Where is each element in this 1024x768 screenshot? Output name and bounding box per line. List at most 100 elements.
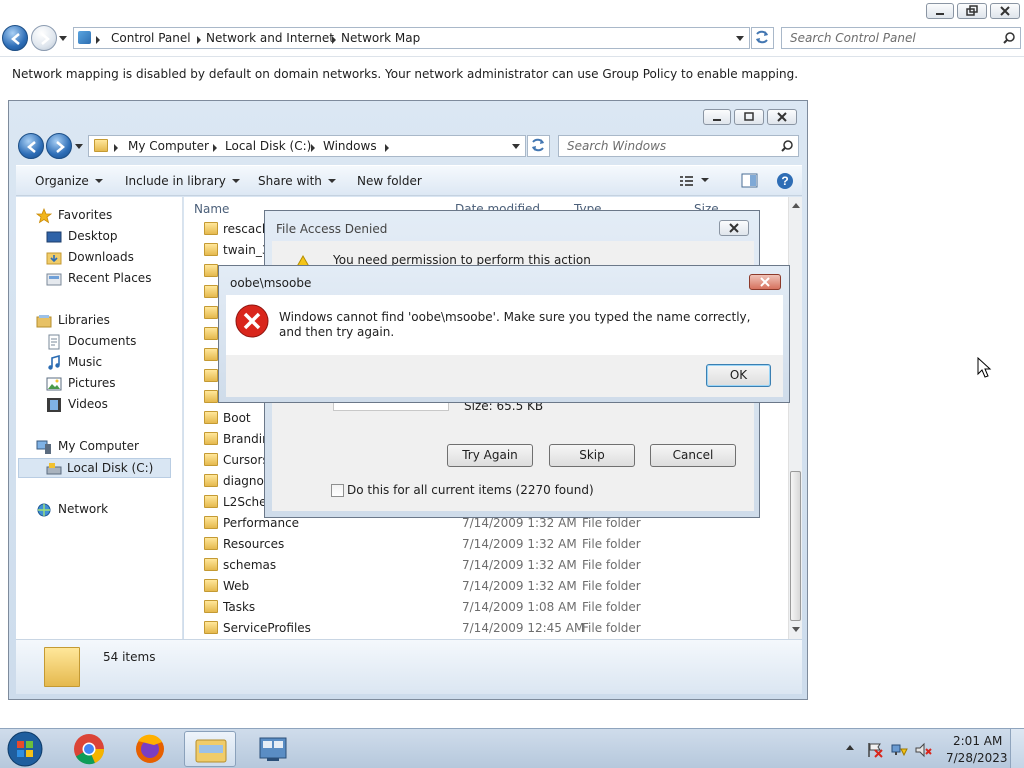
cp-crumb-control-panel[interactable]: Control Panel <box>111 31 191 45</box>
error-dialog-close-button[interactable] <box>749 274 781 290</box>
file-row[interactable]: schemas 7/14/2009 1:32 AM File folder <box>184 555 788 576</box>
file-name: Tasks <box>223 600 256 614</box>
cp-refresh-button[interactable] <box>751 27 774 49</box>
file-row[interactable]: Web 7/14/2009 1:32 AM File folder <box>184 576 788 597</box>
refresh-icon <box>532 138 544 152</box>
cp-crumb-network-map[interactable]: Network Map <box>341 31 420 45</box>
libraries-icon <box>36 315 52 328</box>
new-folder-button[interactable]: New folder <box>357 174 422 188</box>
apply-to-all-checkbox[interactable] <box>331 484 344 497</box>
file-row[interactable]: Resources 7/14/2009 1:32 AM File folder <box>184 534 788 555</box>
chrome-icon <box>74 734 105 765</box>
cp-search-input[interactable]: Search Control Panel <box>781 27 1021 49</box>
clock-date[interactable]: 7/28/2023 <box>946 751 1008 765</box>
column-header-name[interactable]: Name <box>194 202 229 216</box>
explorer-search-input[interactable]: Search Windows <box>558 135 799 157</box>
file-type: File folder <box>582 516 641 530</box>
cp-address-bar[interactable]: Control Panel Network and Internet Netwo… <box>73 27 750 49</box>
view-list-icon <box>680 176 693 186</box>
clock-time[interactable]: 2:01 AM <box>953 734 1002 748</box>
change-view-button[interactable] <box>679 174 715 188</box>
videos-icon <box>47 398 61 412</box>
explorer-command-bar: Organize Include in library Share with N… <box>16 165 802 196</box>
forward-arrow-icon <box>41 33 50 45</box>
organize-menu[interactable]: Organize <box>35 174 103 188</box>
network-status-icon[interactable] <box>890 741 908 759</box>
explorer-maximize-button[interactable] <box>734 109 764 125</box>
folder-icon <box>204 285 218 298</box>
folder-icon <box>204 222 218 235</box>
chevron-down-icon <box>327 179 336 183</box>
cp-crumb-network-and-internet[interactable]: Network and Internet <box>206 31 334 45</box>
try-again-button[interactable]: Try Again <box>447 444 533 467</box>
folder-icon <box>94 139 108 152</box>
nav-recent-places-label: Recent Places <box>68 271 152 285</box>
minimize-icon <box>936 13 944 15</box>
preview-pane-button[interactable] <box>741 173 759 189</box>
explorer-minimize-button[interactable] <box>703 109 731 125</box>
new-folder-label: New folder <box>357 174 422 188</box>
minimize-icon <box>713 119 721 121</box>
refresh-icon <box>756 30 768 44</box>
nav-local-disk[interactable]: Local Disk (C:) <box>18 458 171 478</box>
file-row[interactable]: ServiceProfiles 7/14/2009 12:45 AM File fo… <box>184 618 788 639</box>
explorer-address-dropdown[interactable] <box>512 144 520 149</box>
file-list-scrollbar[interactable] <box>788 197 802 639</box>
windows-logo-icon <box>7 731 43 767</box>
explorer-address-bar[interactable]: My Computer Local Disk (C:) Windows <box>88 135 526 157</box>
computer-icon <box>36 440 51 454</box>
share-with-menu[interactable]: Share with <box>258 174 336 188</box>
start-button[interactable] <box>5 730 45 768</box>
cp-restore-button[interactable] <box>957 3 987 19</box>
chevron-down-icon <box>231 179 240 183</box>
help-button[interactable]: ? <box>776 172 794 190</box>
explorer-crumb-windows[interactable]: Windows <box>323 139 377 153</box>
explorer-close-button[interactable] <box>767 109 797 125</box>
scroll-down-arrow[interactable] <box>792 627 800 632</box>
taskbar-firefox[interactable] <box>124 731 176 767</box>
explorer-forward-button[interactable] <box>46 133 72 159</box>
scroll-thumb[interactable] <box>790 471 801 621</box>
nav-music-label: Music <box>68 355 103 369</box>
close-icon <box>777 112 787 122</box>
downloads-folder-icon <box>46 252 62 265</box>
taskbar-network-app[interactable] <box>247 731 299 767</box>
explorer-crumb-local-disk[interactable]: Local Disk (C:) <box>225 139 311 153</box>
folder-icon <box>204 537 218 550</box>
include-in-library-menu[interactable]: Include in library <box>125 174 240 188</box>
close-icon <box>729 223 739 233</box>
back-arrow-icon <box>27 141 36 153</box>
action-center-flag-icon[interactable] <box>866 741 884 759</box>
explorer-back-button[interactable] <box>18 133 44 159</box>
show-desktop-button[interactable] <box>1010 729 1024 768</box>
recent-places-icon <box>46 273 62 286</box>
cp-forward-button[interactable] <box>31 25 57 51</box>
search-icon <box>1003 32 1015 44</box>
cp-close-button[interactable] <box>990 3 1020 19</box>
cp-address-dropdown[interactable] <box>736 36 744 41</box>
taskbar-explorer[interactable] <box>184 731 236 767</box>
show-hidden-icons-button[interactable] <box>846 745 854 750</box>
taskbar: 2:01 AM 7/28/2023 <box>0 728 1024 768</box>
control-panel-icon <box>78 31 91 44</box>
cp-minimize-button[interactable] <box>926 3 954 19</box>
scroll-up-arrow[interactable] <box>792 203 800 208</box>
explorer-crumb-my-computer[interactable]: My Computer <box>128 139 209 153</box>
folder-icon <box>204 474 218 487</box>
ok-button[interactable]: OK <box>706 364 771 387</box>
file-type: File folder <box>582 537 641 551</box>
file-access-close-button[interactable] <box>719 220 749 236</box>
folder-icon <box>204 348 218 361</box>
file-row[interactable]: Tasks 7/14/2009 1:08 AM File folder <box>184 597 788 618</box>
folder-icon <box>204 411 218 424</box>
volume-muted-icon[interactable] <box>914 741 932 759</box>
cp-back-button[interactable] <box>2 25 28 51</box>
organize-label: Organize <box>35 174 89 188</box>
taskbar-chrome[interactable] <box>63 731 115 767</box>
explorer-refresh-button[interactable] <box>527 135 550 157</box>
skip-button[interactable]: Skip <box>549 444 635 467</box>
maximize-icon <box>744 112 754 121</box>
cp-recent-pages-dropdown[interactable] <box>59 36 67 41</box>
cancel-button[interactable]: Cancel <box>650 444 736 467</box>
explorer-recent-pages-dropdown[interactable] <box>75 144 83 149</box>
